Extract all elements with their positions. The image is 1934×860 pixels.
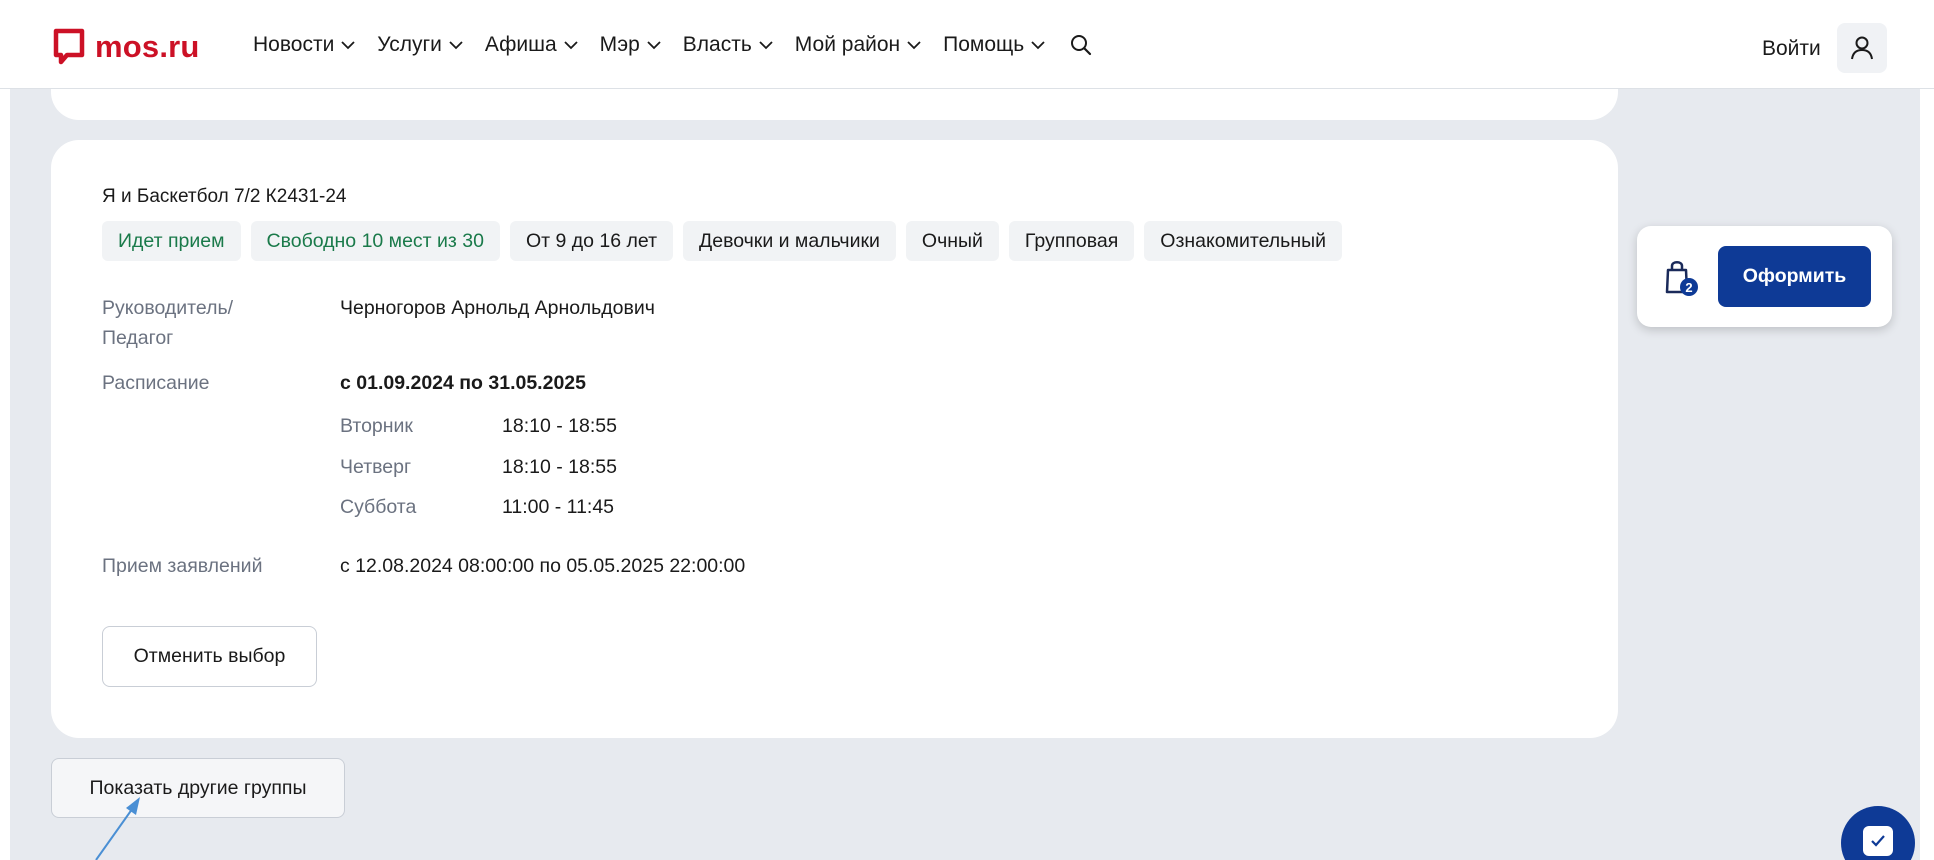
teacher-label: Руководитель/ Педагог [102,297,234,349]
logo-text: mos.ru [95,29,200,64]
gender-badge: Девочки и мальчики [683,221,896,261]
group-title: Я и Баскетбол 7/2 К2431-24 [102,186,347,207]
checkout-button[interactable]: Оформить [1718,246,1871,307]
cancel-selection-button[interactable]: Отменить выбор [102,626,317,687]
chevron-down-icon [341,40,355,49]
left-edge [0,0,10,860]
places-badge: Свободно 10 мест из 30 [250,221,500,261]
checkbox-icon [1863,826,1893,856]
nav-item-news[interactable]: Новости [253,33,356,57]
user-icon [1851,36,1873,60]
nav-item-government[interactable]: Власть [683,33,774,57]
shopping-bag-icon[interactable]: 2 [1659,256,1701,298]
level-badge: Ознакомительный [1144,221,1343,261]
chevron-down-icon [564,40,578,49]
status-badge: Идет прием [102,221,241,261]
scrollbar[interactable] [1920,0,1934,860]
nav-item-help[interactable]: Помощь [943,33,1046,57]
applications-value: с 12.08.2024 08:00:00 по 05.05.2025 22:0… [340,555,746,577]
schedule-day: Четверг [340,456,412,478]
show-other-groups-button[interactable]: Показать другие группы [51,758,345,818]
nav-item-label: Мэр [599,32,640,56]
schedule-day: Вторник [340,415,413,437]
schedule-label: Расписание [102,372,210,394]
schedule-time: 11:00 - 11:45 [502,496,615,518]
schedule-time: 18:10 - 18:55 [502,456,617,478]
nav-item-label: Помощь [943,32,1025,56]
nav-item-mayor[interactable]: Мэр [600,33,662,57]
nav-item-label: Услуги [377,32,442,56]
logo[interactable]: mos.ru [53,28,200,66]
group-card: Я и Баскетбол 7/2 К2431-24 Идет прием Св… [51,140,1618,738]
chevron-down-icon [759,40,773,49]
age-badge: От 9 до 16 лет [509,221,674,261]
user-button[interactable] [1837,23,1887,73]
teacher-value: Черногоров Арнольд Арнольдович [340,297,655,319]
feedback-button[interactable] [1841,806,1915,860]
cart-widget: 2 Оформить [1637,226,1892,327]
schedule-day: Суббота [340,496,417,518]
main-nav: Новости Услуги Афиша Мэр Власть Мой райо… [253,0,1093,89]
applications-label: Прием заявлений [102,555,263,577]
nav-item-label: Мой район [794,32,901,56]
nav-item-label: Власть [682,32,752,56]
mos-logo-icon [53,28,85,65]
type-badge: Групповая [1008,221,1135,261]
nav-item-services[interactable]: Услуги [377,33,464,57]
nav-item-label: Афиша [484,32,557,56]
login-link[interactable]: Войти [1762,37,1821,61]
site-header: mos.ru Новости Услуги Афиша Мэр Власть М… [0,0,1934,89]
group-tags: Идет прием Свободно 10 мест из 30 От 9 д… [102,221,1352,261]
chevron-down-icon [1031,40,1045,49]
nav-item-my-district[interactable]: Мой район [795,33,922,57]
search-icon[interactable] [1069,33,1093,57]
chevron-down-icon [449,40,463,49]
nav-item-afisha[interactable]: Афиша [485,33,579,57]
cart-count: 2 [1685,280,1692,295]
format-badge: Очный [905,221,999,261]
schedule-period: с 01.09.2024 по 31.05.2025 [340,372,586,394]
nav-item-label: Новости [253,32,335,56]
chevron-down-icon [907,40,921,49]
chevron-down-icon [647,40,661,49]
schedule-time: 18:10 - 18:55 [502,415,617,437]
